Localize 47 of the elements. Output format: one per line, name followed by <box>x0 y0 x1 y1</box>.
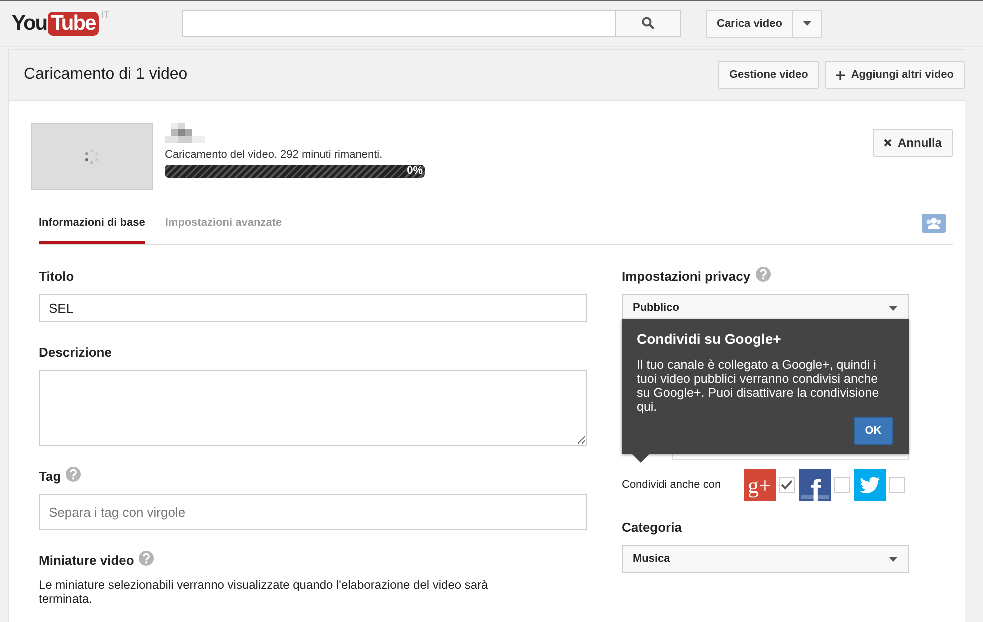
logo-badge[interactable]: Tube <box>48 12 99 36</box>
tab[interactable]: Informazioni di base <box>39 217 146 244</box>
text-area[interactable] <box>39 370 587 446</box>
bird-icon[interactable] <box>854 469 886 501</box>
logo-text[interactable]: You <box>12 12 48 36</box>
checkbox[interactable] <box>834 477 850 493</box>
field-label: Categoria <box>622 520 682 534</box>
help-icon[interactable] <box>66 466 82 482</box>
close-icon <box>884 139 892 147</box>
search-field[interactable] <box>182 10 616 37</box>
field-label: Titolo <box>39 268 74 284</box>
caret-icon <box>802 21 812 26</box>
help-icon[interactable] <box>139 550 154 566</box>
upload-button[interactable]: Carica video <box>706 10 794 38</box>
caret-icon <box>889 556 898 562</box>
tooltip-text: Il tuo canale è collegato a Google+, quindi i tuoi video pubblici verranno condivisi anche su Google+. Puoi disattivare la condivisione qui. <box>637 358 880 414</box>
search-button[interactable] <box>616 10 681 37</box>
people-icon[interactable] <box>922 214 946 233</box>
input-field[interactable]: Separa i tag con virgole <box>39 494 587 530</box>
input-field[interactable]: SEL <box>39 294 587 322</box>
progress-reading: 0% <box>407 165 423 178</box>
upload-status: Caricamento del video. 292 minuti rimanenti. <box>165 149 384 161</box>
check-icon <box>781 480 793 490</box>
panel-title: Caricamento di 1 video <box>24 66 188 84</box>
field-label: Miniature video <box>39 552 134 568</box>
search-icon <box>642 17 654 30</box>
add-button[interactable]: Aggiungi altri video <box>825 61 965 89</box>
google-plus-icon[interactable]: g+ <box>744 469 776 501</box>
field-label: Descrizione <box>39 344 112 360</box>
plus-icon <box>836 70 846 80</box>
help-icon[interactable] <box>756 266 771 282</box>
cancel-button[interactable]: Annulla <box>873 129 953 157</box>
manage-button[interactable]: Gestione video <box>718 61 820 89</box>
caret-icon <box>889 306 898 310</box>
facebook-icon[interactable]: f <box>799 469 831 501</box>
checkbox[interactable] <box>779 477 795 493</box>
field-label: Impostazioni privacy <box>622 268 751 284</box>
checkbox[interactable] <box>889 477 905 493</box>
share-label: Condividi anche con <box>622 479 722 491</box>
tooltip-title: Condividi su Google+ <box>637 331 782 347</box>
region-label: IT <box>102 10 110 20</box>
category-select[interactable]: Musica <box>622 545 909 573</box>
spinner-icon <box>84 148 100 164</box>
info-text: Le miniature selezionabili verranno visualizzate quando l'elaborazione del video sarà terminata. <box>39 578 490 606</box>
dropdown-button[interactable] <box>793 10 822 38</box>
field-label: Tag <box>39 468 62 484</box>
ok-button[interactable]: OK <box>854 417 893 445</box>
